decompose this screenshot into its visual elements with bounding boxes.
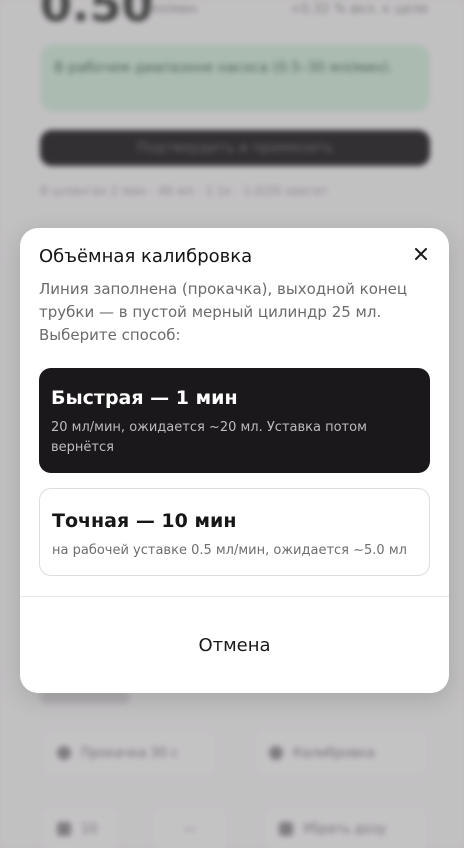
quick-option-subtitle: 20 мл/мин, ожидается ~20 мл. Уставка пот… [51, 420, 367, 455]
close-icon [415, 248, 427, 260]
quick-calibration-option[interactable]: Быстрая — 1 мин 20 мл/мин, ожидается ~20… [39, 368, 430, 473]
precise-option-subtitle: на рабочей уставке 0.5 мл/мин, ожидается… [52, 543, 407, 558]
dialog-description: Линия заполнена (прокачка), выходной кон… [39, 280, 408, 344]
quick-option-title: Быстрая — 1 мин [51, 387, 238, 409]
close-button[interactable] [409, 242, 433, 266]
volumetric-calibration-dialog: Объёмная калибровка Линия заполнена (про… [20, 228, 449, 693]
precise-calibration-option[interactable]: Точная — 10 мин на рабочей уставке 0.5 м… [39, 488, 430, 576]
app-screen: 0.50 мл/мин +0.32 % вкл. к цели В рабоче… [0, 0, 464, 848]
cancel-button[interactable]: Отмена [20, 597, 449, 693]
precise-option-title: Точная — 10 мин [52, 510, 237, 532]
dialog-title: Объёмная калибровка [39, 246, 253, 267]
